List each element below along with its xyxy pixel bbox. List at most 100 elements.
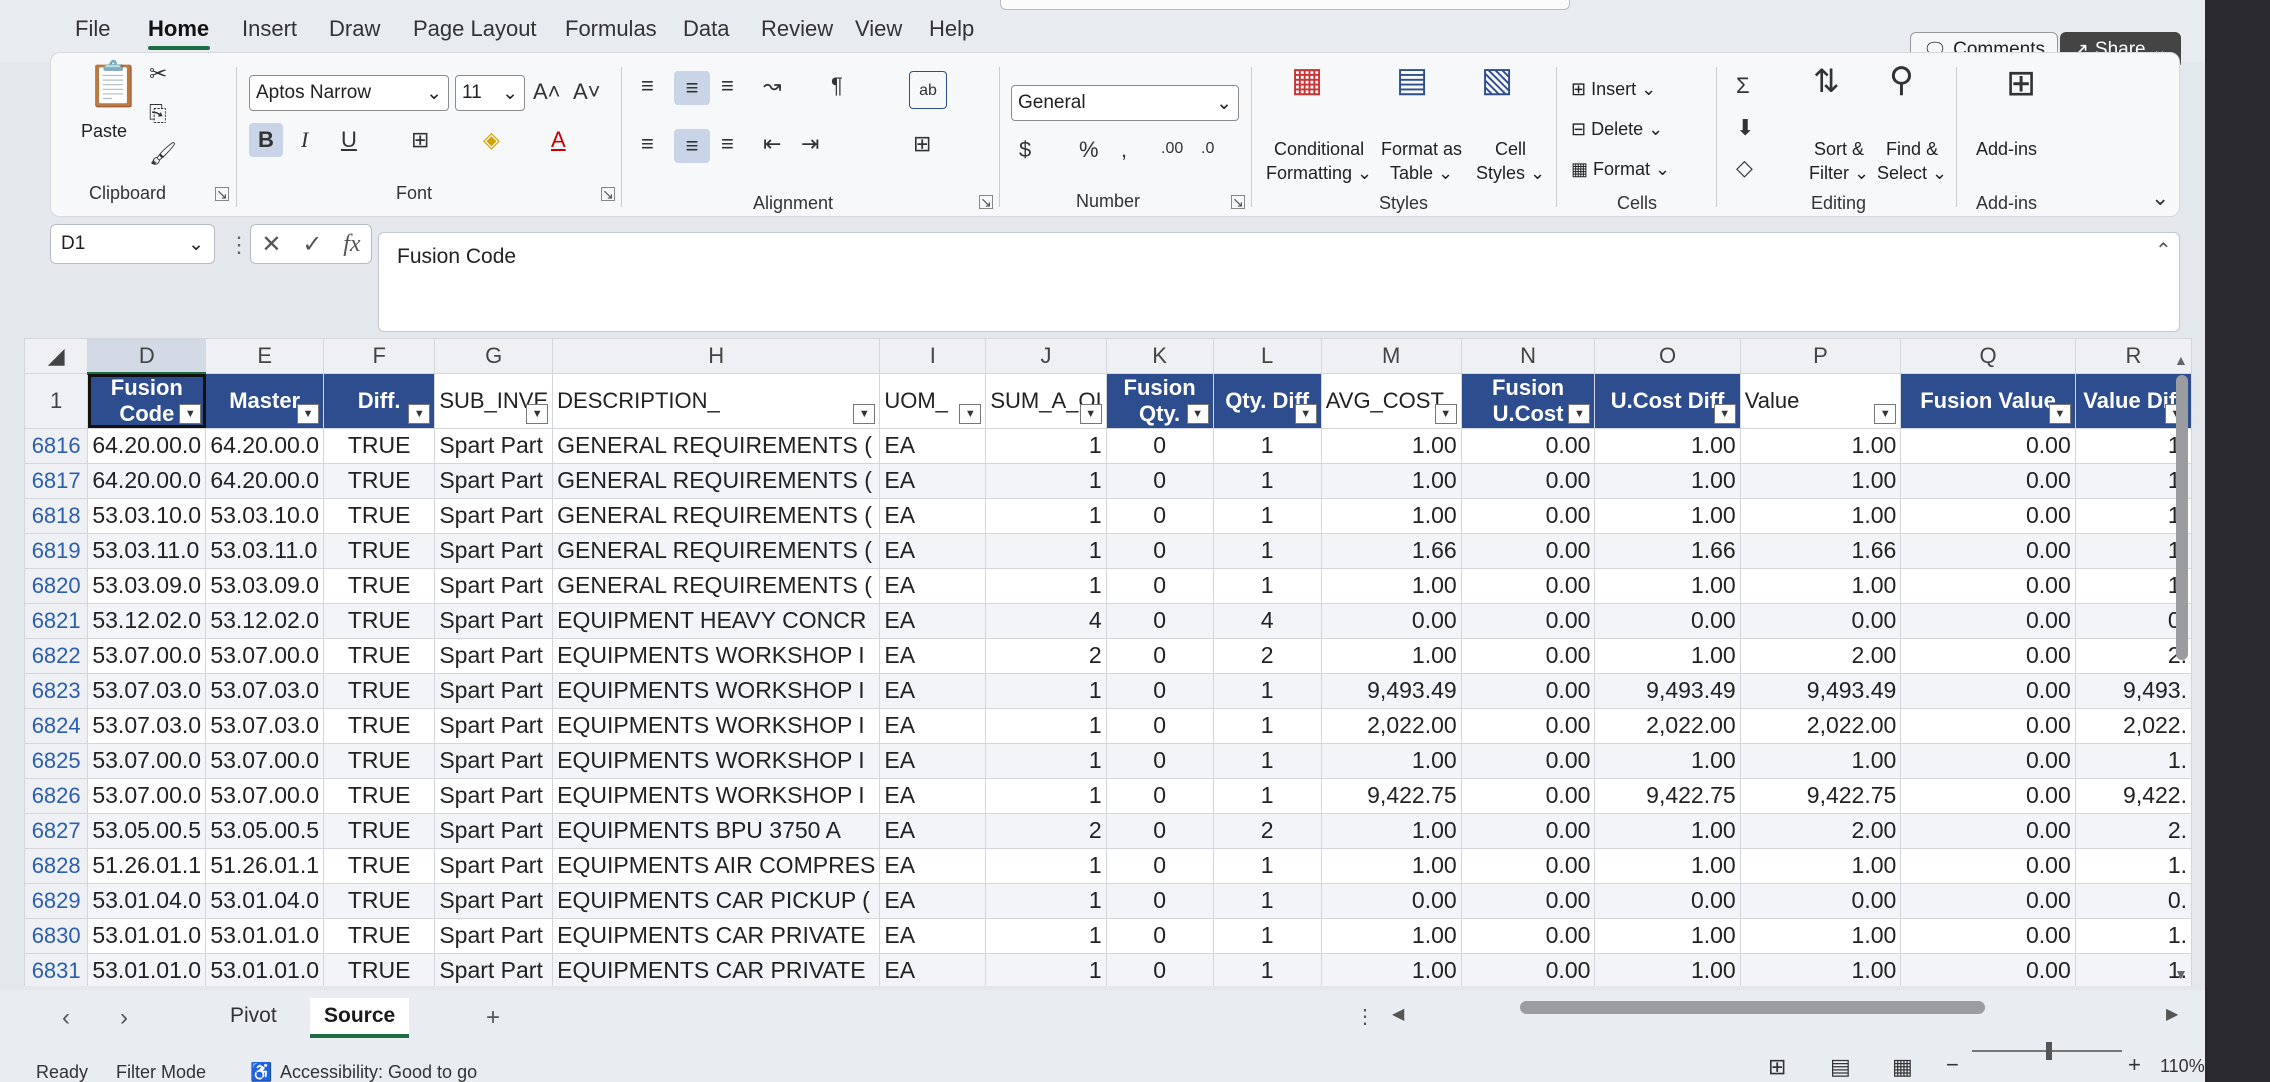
- zoom-slider-thumb[interactable]: [2046, 1042, 2052, 1060]
- table-cell[interactable]: 0.00: [1594, 882, 1741, 919]
- row-number[interactable]: 6817: [24, 462, 89, 499]
- table-cell[interactable]: 1.: [2074, 847, 2192, 884]
- header-cell[interactable]: UOM_ ▼: [879, 373, 987, 429]
- table-cell[interactable]: 0.00: [1460, 637, 1596, 674]
- table-cell[interactable]: 0.00: [1320, 602, 1462, 639]
- table-cell[interactable]: 0.00: [1900, 917, 2076, 954]
- font-color-icon[interactable]: A: [551, 129, 566, 151]
- filter-dropdown-icon[interactable]: ▼: [2048, 403, 2071, 424]
- table-cell[interactable]: 0: [1105, 847, 1214, 884]
- header-cell[interactable]: Fusion U.Cost ▼: [1460, 373, 1596, 429]
- table-cell[interactable]: EA: [879, 567, 987, 604]
- accessibility-status[interactable]: Accessibility: Good to go: [280, 1062, 477, 1082]
- merge-center-icon[interactable]: ⊞: [913, 133, 931, 155]
- table-cell[interactable]: 53.01.01.0: [87, 917, 207, 954]
- column-header-n[interactable]: N: [1460, 338, 1596, 374]
- formula-input[interactable]: Fusion Code: [378, 232, 2180, 332]
- scroll-left-icon[interactable]: ◀: [1392, 1004, 1404, 1024]
- table-cell[interactable]: 0.00: [1460, 497, 1596, 534]
- table-cell[interactable]: 9,422.: [2074, 777, 2192, 814]
- table-cell[interactable]: TRUE: [323, 672, 436, 709]
- filter-dropdown-icon[interactable]: ▼: [1434, 403, 1457, 424]
- insert-function-icon[interactable]: fx: [343, 231, 360, 258]
- table-cell[interactable]: Spart Part: [434, 847, 554, 884]
- table-cell[interactable]: 0: [1105, 707, 1214, 744]
- table-cell[interactable]: 2,022.: [2074, 707, 2192, 744]
- table-cell[interactable]: 1: [985, 497, 1107, 534]
- table-cell[interactable]: EQUIPMENTS CAR PRIVATE: [552, 952, 881, 986]
- currency-icon[interactable]: $: [1019, 139, 1031, 161]
- table-cell[interactable]: 1.: [2074, 462, 2192, 499]
- table-cell[interactable]: 1: [985, 427, 1107, 464]
- table-cell[interactable]: 2: [985, 637, 1107, 674]
- menu-page-layout[interactable]: Page Layout: [413, 16, 537, 42]
- table-cell[interactable]: EA: [879, 847, 987, 884]
- table-cell[interactable]: 53.12.02.0: [87, 602, 207, 639]
- table-cell[interactable]: EA: [879, 497, 987, 534]
- copy-icon[interactable]: ⎘: [149, 103, 167, 125]
- table-cell[interactable]: 0.00: [1460, 427, 1596, 464]
- table-cell[interactable]: Spart Part: [434, 812, 554, 849]
- table-cell[interactable]: 1: [985, 462, 1107, 499]
- table-cell[interactable]: EA: [879, 812, 987, 849]
- table-cell[interactable]: 53.07.00.0: [205, 742, 325, 779]
- table-cell[interactable]: TRUE: [323, 462, 436, 499]
- sheet-tab-pivot[interactable]: Pivot: [216, 998, 291, 1038]
- percent-icon[interactable]: %: [1079, 139, 1099, 161]
- table-cell[interactable]: TRUE: [323, 602, 436, 639]
- table-cell[interactable]: 1: [1212, 882, 1322, 919]
- table-cell[interactable]: TRUE: [323, 812, 436, 849]
- normal-view-icon[interactable]: ⊞: [1768, 1054, 1786, 1080]
- column-header-e[interactable]: E: [205, 338, 325, 374]
- filter-dropdown-icon[interactable]: ▼: [1079, 403, 1102, 424]
- insert-cells-button[interactable]: ⊞ Insert ⌄: [1571, 77, 1656, 101]
- font-launcher-icon[interactable]: ↘: [601, 187, 615, 201]
- table-cell[interactable]: 4: [985, 602, 1107, 639]
- column-header-g[interactable]: G: [434, 338, 554, 374]
- table-cell[interactable]: EA: [879, 462, 987, 499]
- table-cell[interactable]: EQUIPMENTS WORKSHOP I: [552, 637, 881, 674]
- table-cell[interactable]: EQUIPMENTS CAR PICKUP (: [552, 882, 881, 919]
- format-cells-button[interactable]: ▦ Format ⌄: [1571, 157, 1670, 181]
- ribbon-collapse-icon[interactable]: ⌄: [2151, 187, 2169, 209]
- filter-dropdown-icon[interactable]: ▼: [1713, 403, 1736, 424]
- table-cell[interactable]: 53.07.00.0: [87, 742, 207, 779]
- table-cell[interactable]: 1.00: [1739, 952, 1902, 986]
- table-cell[interactable]: 0.: [2074, 602, 2192, 639]
- table-cell[interactable]: TRUE: [323, 742, 436, 779]
- table-cell[interactable]: TRUE: [323, 497, 436, 534]
- menu-file[interactable]: File: [75, 16, 110, 42]
- table-cell[interactable]: EQUIPMENTS WORKSHOP I: [552, 707, 881, 744]
- accessibility-icon[interactable]: ♿: [250, 1062, 272, 1082]
- table-cell[interactable]: 1: [1212, 742, 1322, 779]
- more-options-icon[interactable]: ⋮: [228, 232, 250, 258]
- header-cell[interactable]: Value Diff▼: [2074, 373, 2192, 429]
- table-cell[interactable]: 0.00: [1460, 672, 1596, 709]
- table-cell[interactable]: 0.00: [1900, 742, 2076, 779]
- format-as-table-button[interactable]: Format as Table ⌄: [1381, 137, 1462, 186]
- header-cell[interactable]: U.Cost Diff ▼: [1594, 373, 1741, 429]
- table-cell[interactable]: Spart Part: [434, 497, 554, 534]
- table-cell[interactable]: TRUE: [323, 917, 436, 954]
- row-number[interactable]: 6828: [24, 847, 89, 884]
- table-cell[interactable]: 0.00: [1900, 847, 2076, 884]
- table-cell[interactable]: 53.07.00.0: [205, 637, 325, 674]
- filter-dropdown-icon[interactable]: ▼: [297, 403, 320, 424]
- table-cell[interactable]: 0.00: [1900, 882, 2076, 919]
- table-cell[interactable]: 9,493.49: [1739, 672, 1902, 709]
- table-cell[interactable]: TRUE: [323, 427, 436, 464]
- conditional-formatting-button[interactable]: Conditional Formatting ⌄: [1266, 137, 1372, 186]
- table-cell[interactable]: GENERAL REQUIREMENTS (: [552, 462, 881, 499]
- table-cell[interactable]: 1: [985, 882, 1107, 919]
- table-cell[interactable]: EQUIPMENTS BPU 3750 A: [552, 812, 881, 849]
- table-cell[interactable]: EA: [879, 602, 987, 639]
- table-cell[interactable]: 0: [1105, 812, 1214, 849]
- table-cell[interactable]: 1.00: [1594, 427, 1741, 464]
- table-cell[interactable]: EQUIPMENTS AIR COMPRES: [552, 847, 881, 884]
- table-cell[interactable]: 2,022.00: [1739, 707, 1902, 744]
- table-cell[interactable]: GENERAL REQUIREMENTS (: [552, 427, 881, 464]
- filter-dropdown-icon[interactable]: ▼: [853, 403, 876, 424]
- table-cell[interactable]: 2.00: [1739, 637, 1902, 674]
- cell-styles-button[interactable]: Cell Styles ⌄: [1476, 137, 1545, 186]
- paste-label[interactable]: Paste: [81, 119, 127, 143]
